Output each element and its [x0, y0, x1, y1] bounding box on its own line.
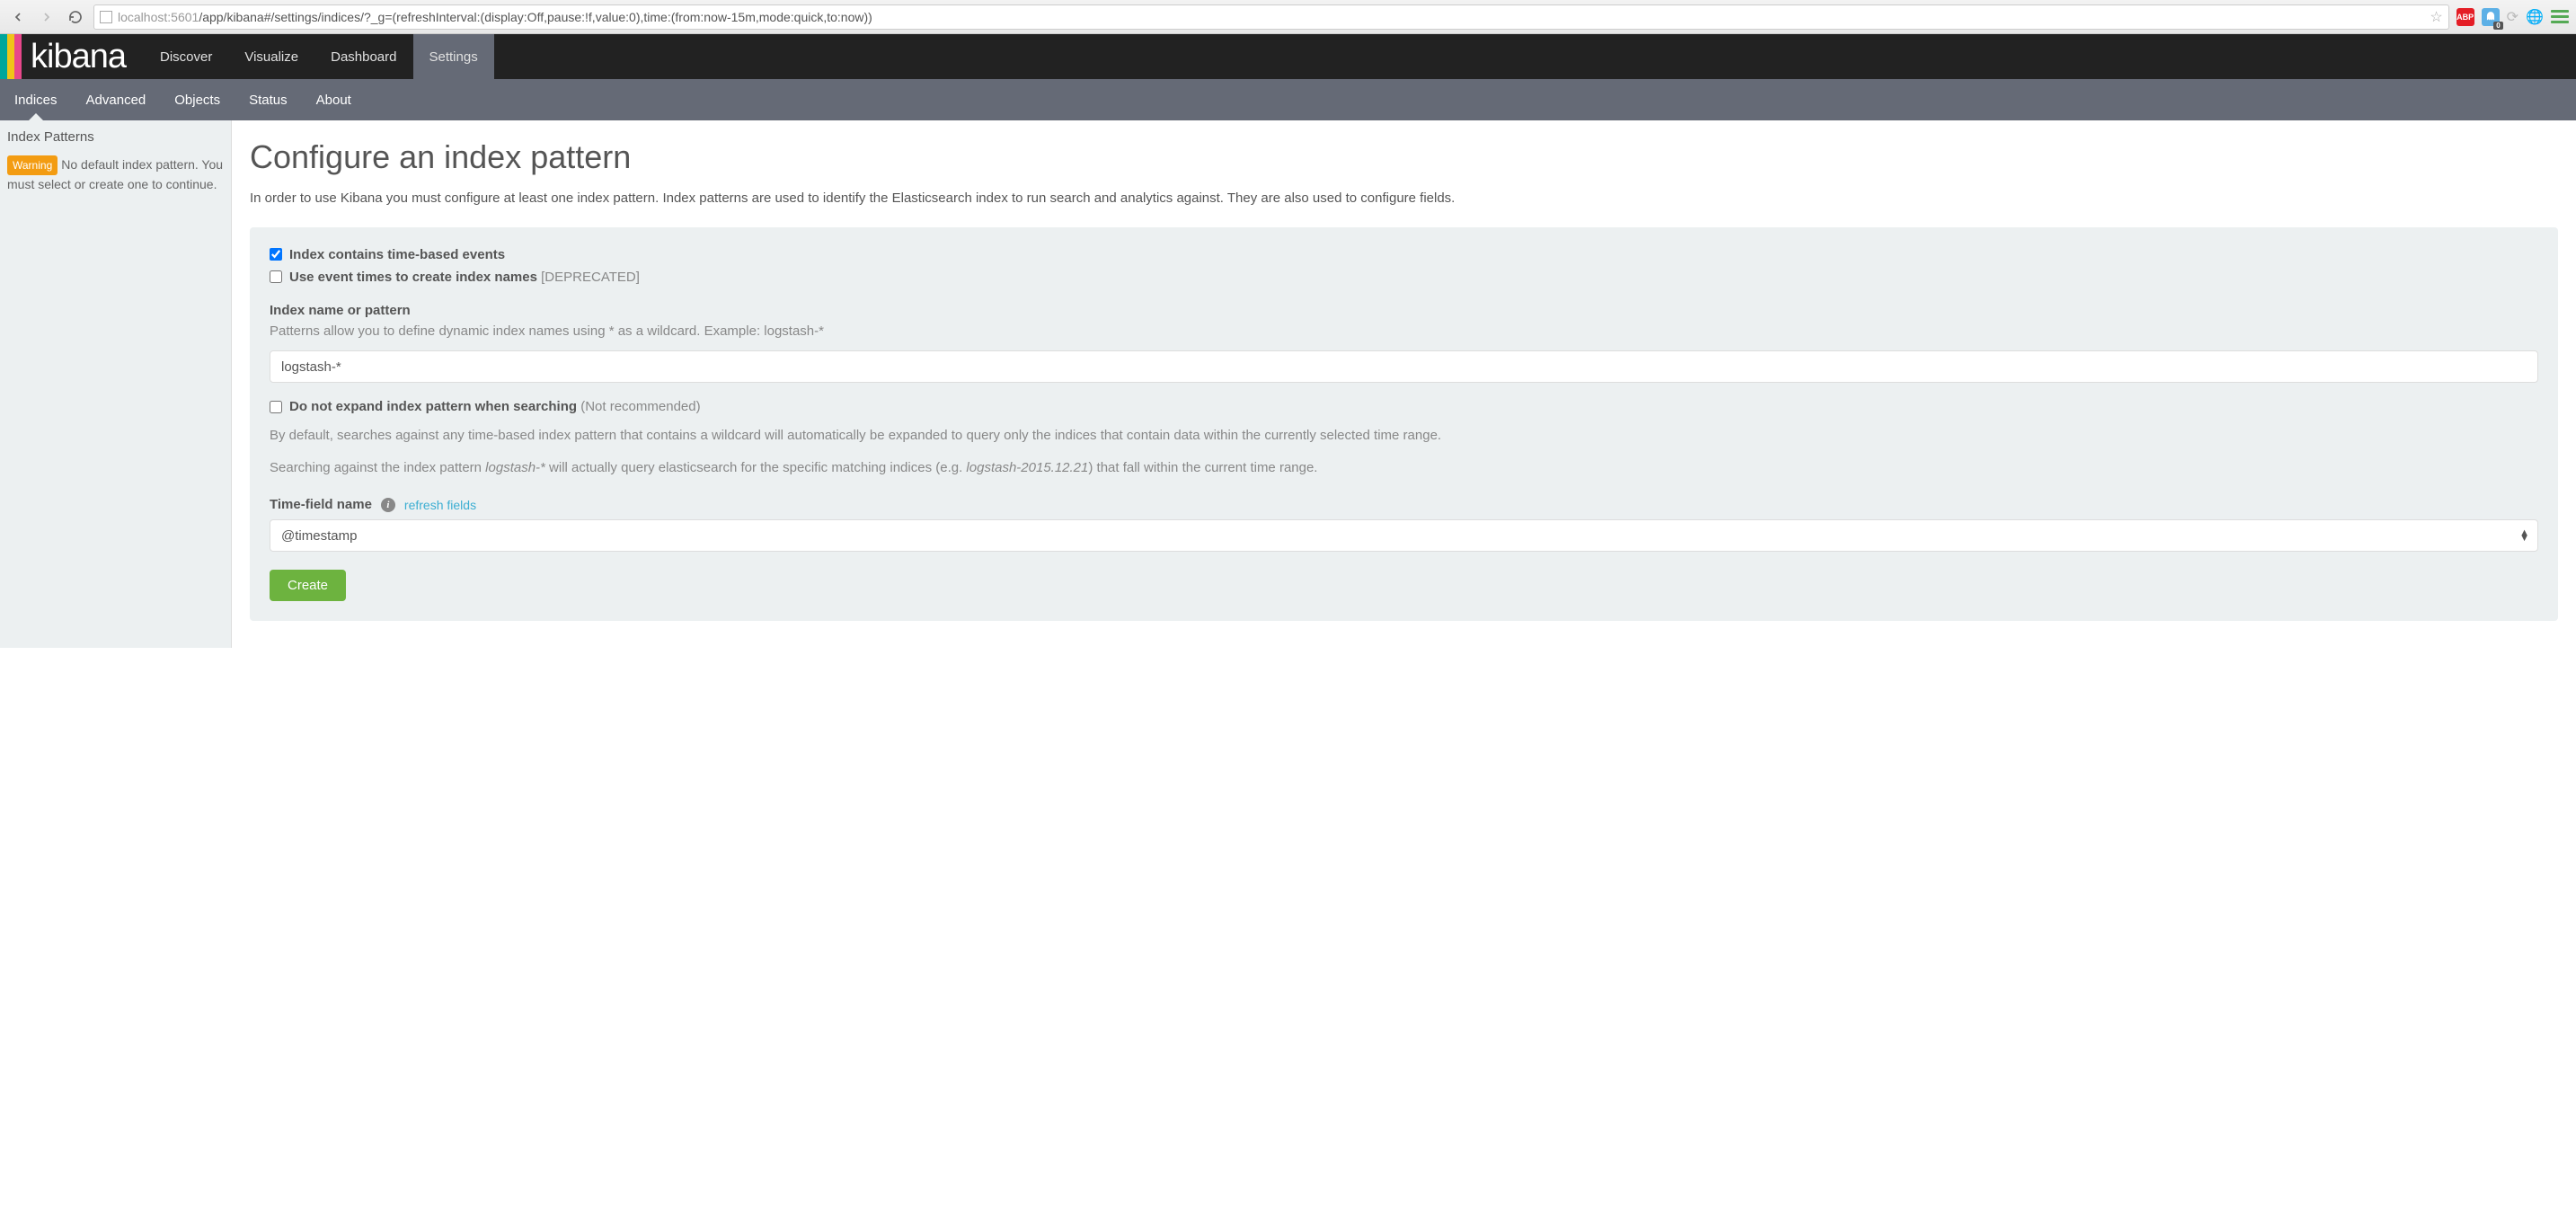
time-field-label: Time-field name [270, 497, 372, 512]
main-content: Configure an index pattern In order to u… [232, 120, 2576, 648]
event-times-label[interactable]: Use event times to create index names [D… [289, 270, 640, 285]
expand-note-1: By default, searches against any time-ba… [270, 425, 2538, 447]
time-field-select[interactable]: @timestamp [270, 519, 2538, 552]
refresh-fields-link[interactable]: refresh fields [404, 498, 476, 512]
sidebar-title: Index Patterns [7, 129, 224, 145]
forward-button[interactable] [36, 6, 58, 28]
ghostery-badge: 0 [2493, 22, 2502, 30]
index-name-label: Index name or pattern [270, 303, 2538, 318]
url-text: localhost:5601/app/kibana#/settings/indi… [118, 10, 2424, 24]
logo-stripes-icon [0, 34, 22, 79]
warning-badge: Warning [7, 155, 58, 175]
browser-menu-icon[interactable] [2551, 10, 2569, 23]
warning-message: WarningNo default index pattern. You mus… [7, 155, 224, 194]
page-subtitle: In order to use Kibana you must configur… [250, 189, 2558, 209]
index-pattern-form: Index contains time-based events Use eve… [250, 227, 2558, 622]
nav-discover[interactable]: Discover [144, 34, 228, 79]
time-based-checkbox[interactable] [270, 248, 282, 261]
page-icon [100, 11, 112, 23]
globe-icon[interactable]: 🌐 [2526, 8, 2544, 26]
ghostery-extension-icon[interactable]: 0 [2482, 8, 2500, 26]
index-name-help: Patterns allow you to define dynamic ind… [270, 322, 2538, 342]
reload-button[interactable] [65, 6, 86, 28]
create-button[interactable]: Create [270, 570, 346, 601]
info-icon[interactable]: i [381, 498, 395, 512]
expand-note-2: Searching against the index pattern logs… [270, 457, 2538, 479]
no-expand-checkbox[interactable] [270, 401, 282, 413]
time-based-label[interactable]: Index contains time-based events [289, 247, 505, 262]
primary-nav: kibana Discover Visualize Dashboard Sett… [0, 34, 2576, 79]
sync-icon[interactable]: ⟳ [2507, 8, 2518, 26]
nav-dashboard[interactable]: Dashboard [314, 34, 412, 79]
settings-subnav: Indices Advanced Objects Status About [0, 79, 2576, 120]
nav-visualize[interactable]: Visualize [228, 34, 314, 79]
page-title: Configure an index pattern [250, 138, 2558, 176]
no-expand-label[interactable]: Do not expand index pattern when searchi… [289, 399, 701, 414]
subnav-status[interactable]: Status [235, 79, 302, 120]
bookmark-star-icon[interactable]: ☆ [2430, 8, 2442, 26]
sidebar: Index Patterns WarningNo default index p… [0, 120, 232, 648]
back-button[interactable] [7, 6, 29, 28]
subnav-indices[interactable]: Indices [0, 79, 72, 120]
index-name-input[interactable] [270, 350, 2538, 383]
logo-text: kibana [31, 38, 126, 76]
subnav-about[interactable]: About [302, 79, 366, 120]
adblock-extension-icon[interactable]: ABP [2456, 8, 2474, 26]
subnav-advanced[interactable]: Advanced [72, 79, 161, 120]
kibana-logo[interactable]: kibana [0, 34, 144, 79]
event-times-checkbox[interactable] [270, 270, 282, 283]
browser-toolbar: localhost:5601/app/kibana#/settings/indi… [0, 0, 2576, 34]
subnav-objects[interactable]: Objects [160, 79, 235, 120]
nav-settings[interactable]: Settings [413, 34, 494, 79]
address-bar[interactable]: localhost:5601/app/kibana#/settings/indi… [93, 4, 2449, 30]
